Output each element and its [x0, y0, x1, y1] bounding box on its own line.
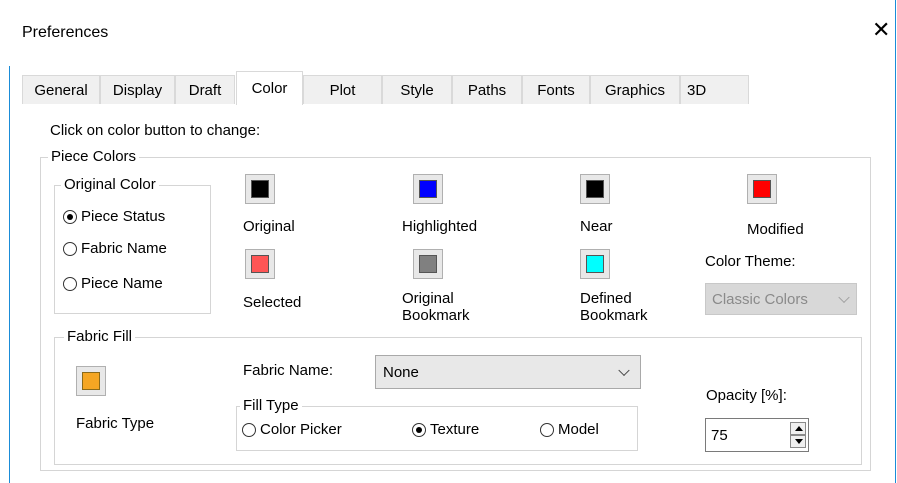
- tab-display[interactable]: Display: [100, 75, 175, 104]
- fabric-name-value: None: [383, 363, 419, 381]
- radio-label: Model: [558, 421, 599, 438]
- tab-style[interactable]: Style: [382, 75, 452, 104]
- original-color-legend: Original Color: [61, 176, 159, 193]
- window-border-right: [895, 0, 896, 483]
- chevron-down-icon: [618, 364, 630, 377]
- defined-bookmark-label: Defined Bookmark: [580, 290, 648, 326]
- color-theme-value: Classic Colors: [712, 290, 808, 308]
- highlighted-label: Highlighted: [402, 218, 478, 235]
- opacity-stepper[interactable]: 75: [705, 418, 809, 452]
- tab-graphics[interactable]: Graphics: [590, 75, 680, 104]
- original-label: Original: [243, 218, 295, 235]
- tab-color[interactable]: Color: [236, 71, 303, 105]
- radio-button-icon[interactable]: [63, 209, 77, 224]
- color-theme-label: Color Theme:: [705, 253, 796, 270]
- tab-paths[interactable]: Paths: [452, 75, 522, 104]
- swatch-fill: [419, 255, 437, 273]
- tab-plot[interactable]: Plot: [303, 75, 382, 104]
- selected-label: Selected: [243, 294, 302, 311]
- piece-colors-legend: Piece Colors: [48, 148, 140, 165]
- near-label: Near: [580, 218, 613, 235]
- fabric-name-select[interactable]: None: [375, 355, 641, 389]
- defined-bookmark-label-line1: Defined: [580, 290, 632, 307]
- tab-general[interactable]: General: [22, 75, 100, 104]
- fabric-type-color-button[interactable]: [76, 366, 106, 396]
- near-color-button[interactable]: [580, 174, 610, 204]
- radio-button-icon[interactable]: [242, 422, 256, 437]
- tab-draft[interactable]: Draft: [175, 75, 235, 104]
- chevron-down-icon: [838, 291, 850, 304]
- radio-piece-name[interactable]: Piece Name: [63, 275, 163, 292]
- window-title: Preferences: [22, 24, 109, 41]
- radio-model[interactable]: Model: [540, 421, 599, 438]
- radio-button-icon[interactable]: [412, 422, 426, 437]
- original-bookmark-color-button[interactable]: [413, 249, 443, 279]
- radio-button-icon[interactable]: [540, 422, 554, 437]
- opacity-label: Opacity [%]:: [706, 387, 787, 404]
- original-bookmark-label-line2: Bookmark: [402, 307, 470, 324]
- defined-bookmark-label-line2: Bookmark: [580, 307, 648, 324]
- modified-label: Modified: [747, 221, 804, 238]
- decrement-button[interactable]: [790, 435, 806, 448]
- radio-color-picker[interactable]: Color Picker: [242, 421, 342, 438]
- radio-button-icon[interactable]: [63, 276, 77, 291]
- swatch-fill: [251, 180, 269, 198]
- tab-fonts[interactable]: Fonts: [522, 75, 590, 104]
- radio-button-icon[interactable]: [63, 241, 77, 256]
- fill-type-legend: Fill Type: [240, 397, 302, 414]
- original-bookmark-label-line1: Original: [402, 290, 454, 307]
- color-theme-select[interactable]: Classic Colors: [705, 283, 857, 315]
- window-border-left: [9, 66, 10, 483]
- increment-button[interactable]: [790, 422, 806, 435]
- radio-piece-status[interactable]: Piece Status: [63, 208, 165, 225]
- modified-color-button[interactable]: [747, 174, 777, 204]
- original-bookmark-label: Original Bookmark: [402, 290, 470, 326]
- swatch-fill: [753, 180, 771, 198]
- opacity-value[interactable]: 75: [711, 427, 728, 444]
- arrow-up-icon: [795, 426, 803, 431]
- original-color-button[interactable]: [245, 174, 275, 204]
- fabric-type-label: Fabric Type: [76, 415, 155, 432]
- tab-3d[interactable]: 3D: [680, 75, 749, 104]
- fabric-fill-legend: Fabric Fill: [64, 328, 136, 345]
- selected-color-button[interactable]: [245, 249, 275, 279]
- radio-label: Fabric Name: [81, 240, 167, 257]
- swatch-fill: [586, 255, 604, 273]
- title-bar: [0, 0, 897, 66]
- radio-label: Piece Name: [81, 275, 163, 292]
- radio-label: Color Picker: [260, 421, 342, 438]
- defined-bookmark-color-button[interactable]: [580, 249, 610, 279]
- close-icon[interactable]: ✕: [872, 20, 890, 42]
- fabric-name-label: Fabric Name:: [243, 362, 334, 379]
- radio-label: Texture: [430, 421, 480, 438]
- arrow-down-icon: [795, 439, 803, 444]
- instruction-text: Click on color button to change:: [50, 122, 261, 139]
- swatch-fill: [419, 180, 437, 198]
- radio-label: Piece Status: [81, 208, 166, 225]
- radio-fabric-name[interactable]: Fabric Name: [63, 240, 167, 257]
- swatch-fill: [251, 255, 269, 273]
- radio-texture[interactable]: Texture: [412, 421, 479, 438]
- highlighted-color-button[interactable]: [413, 174, 443, 204]
- swatch-fill: [82, 372, 100, 390]
- swatch-fill: [586, 180, 604, 198]
